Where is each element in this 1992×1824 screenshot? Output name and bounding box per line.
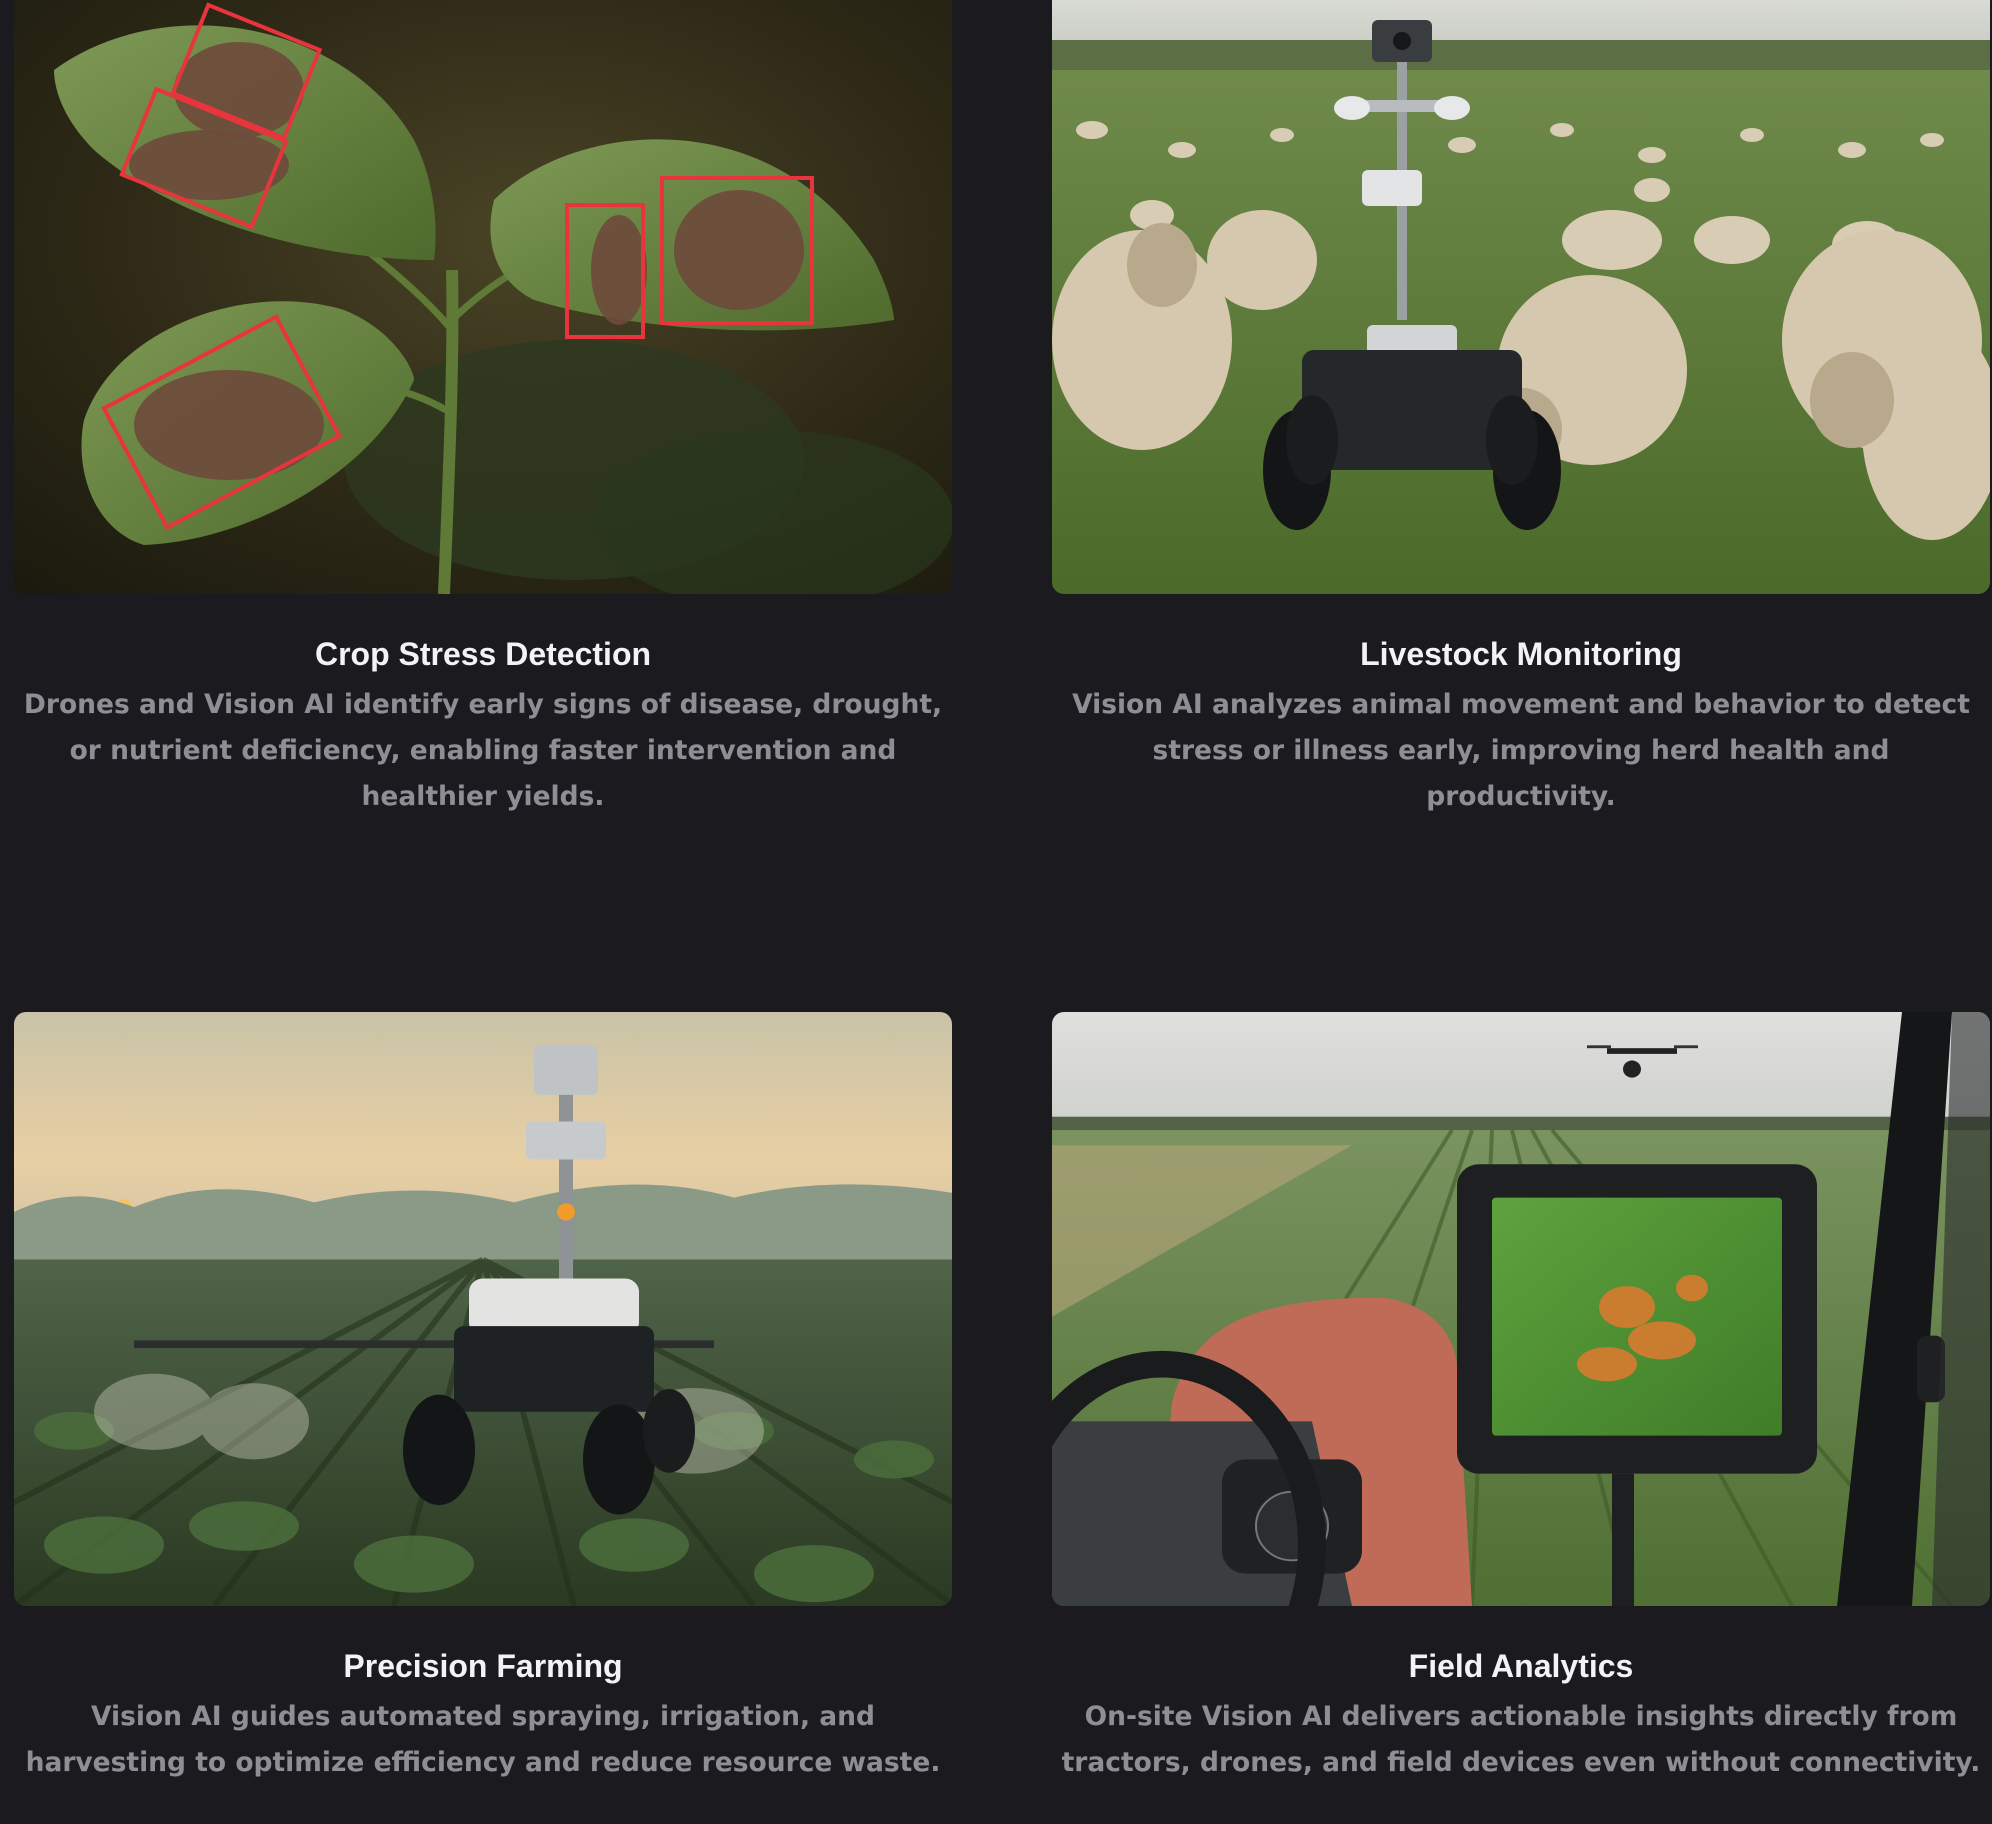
card-description: On-site Vision AI delivers actionable in… bbox=[1061, 1701, 1981, 1778]
feature-card-crop-stress: Crop Stress Detection Drones and Vision … bbox=[14, 0, 952, 820]
card-title: Field Analytics bbox=[1408, 1648, 1634, 1684]
card-description: Drones and Vision AI identify early sign… bbox=[23, 689, 943, 812]
field-analytics-image bbox=[1052, 1012, 1990, 1606]
card-title: Precision Farming bbox=[343, 1648, 623, 1684]
card-description: Vision AI guides automated spraying, irr… bbox=[25, 1701, 941, 1778]
feature-card-precision-farming: Precision Farming Vision AI guides autom… bbox=[14, 1012, 952, 1786]
card-description: Vision AI analyzes animal movement and b… bbox=[1072, 689, 1970, 812]
card-title: Crop Stress Detection bbox=[314, 636, 652, 672]
livestock-image bbox=[1052, 0, 1990, 594]
card-title: Livestock Monitoring bbox=[1360, 636, 1682, 672]
feature-card-field-analytics: Field Analytics On-site Vision AI delive… bbox=[1052, 1012, 1990, 1786]
feature-card-livestock: Livestock Monitoring Vision AI analyzes … bbox=[1052, 0, 1990, 820]
crop-stress-image bbox=[14, 0, 952, 594]
precision-farming-image bbox=[14, 1012, 952, 1606]
